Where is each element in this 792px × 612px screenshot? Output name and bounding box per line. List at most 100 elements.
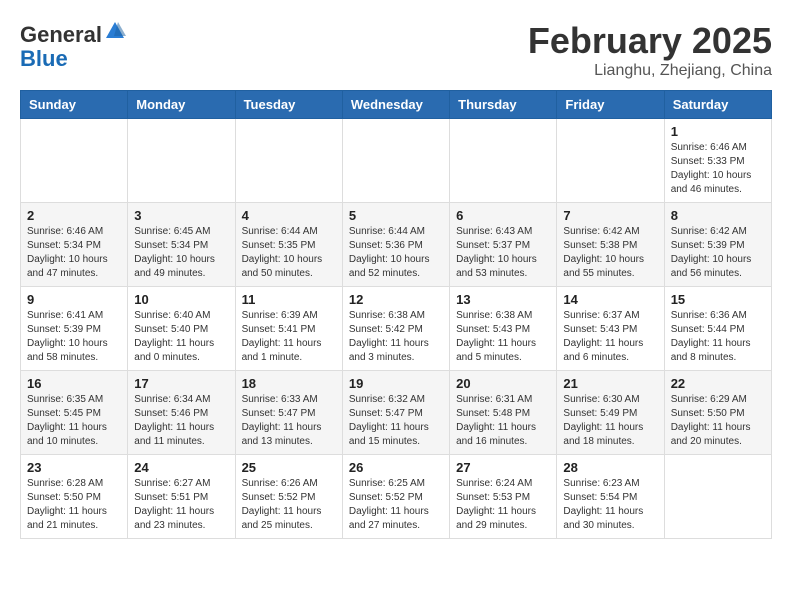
day-cell: 7 Sunrise: 6:42 AM Sunset: 5:38 PM Daylig… xyxy=(557,203,664,287)
day-number: 22 xyxy=(671,376,765,391)
day-number: 24 xyxy=(134,460,228,475)
weekday-header-sunday: Sunday xyxy=(21,91,128,119)
day-info: Sunrise: 6:23 AM Sunset: 5:54 PM Dayligh… xyxy=(563,477,657,533)
day-cell xyxy=(664,455,771,539)
location-title: Lianghu, Zhejiang, China xyxy=(528,62,772,80)
day-cell: 2 Sunrise: 6:46 AM Sunset: 5:34 PM Daylig… xyxy=(21,203,128,287)
day-info: Sunrise: 6:39 AM Sunset: 5:41 PM Dayligh… xyxy=(242,309,336,365)
day-cell: 27Sunrise: 6:24 AM Sunset: 5:53 PM Dayli… xyxy=(450,455,557,539)
day-number: 7 xyxy=(563,208,657,223)
day-info: Sunrise: 6:36 AM Sunset: 5:44 PM Dayligh… xyxy=(671,309,765,365)
day-info: Sunrise: 6:35 AM Sunset: 5:45 PM Dayligh… xyxy=(27,393,121,449)
weekday-header-wednesday: Wednesday xyxy=(342,91,449,119)
weekday-header-monday: Monday xyxy=(128,91,235,119)
day-cell xyxy=(342,119,449,203)
weekday-header-tuesday: Tuesday xyxy=(235,91,342,119)
day-number: 1 xyxy=(671,124,765,139)
day-number: 8 xyxy=(671,208,765,223)
day-info: Sunrise: 6:46 AM Sunset: 5:34 PM Dayligh… xyxy=(27,225,121,281)
day-cell: 25Sunrise: 6:26 AM Sunset: 5:52 PM Dayli… xyxy=(235,455,342,539)
day-number: 6 xyxy=(456,208,550,223)
day-number: 13 xyxy=(456,292,550,307)
day-cell: 16 Sunrise: 6:35 AM Sunset: 5:45 PM Dayli… xyxy=(21,371,128,455)
day-cell xyxy=(235,119,342,203)
day-info: Sunrise: 6:44 AM Sunset: 5:35 PM Dayligh… xyxy=(242,225,336,281)
logo-icon xyxy=(104,20,126,42)
day-number: 11 xyxy=(242,292,336,307)
week-row-1: 2 Sunrise: 6:46 AM Sunset: 5:34 PM Daylig… xyxy=(21,203,772,287)
logo-general-text: General xyxy=(20,22,102,47)
day-info: Sunrise: 6:33 AM Sunset: 5:47 PM Dayligh… xyxy=(242,393,336,449)
day-cell: 13 Sunrise: 6:38 AM Sunset: 5:43 PM Dayli… xyxy=(450,287,557,371)
week-row-2: 9Sunrise: 6:41 AM Sunset: 5:39 PM Daylig… xyxy=(21,287,772,371)
day-info: Sunrise: 6:42 AM Sunset: 5:39 PM Dayligh… xyxy=(671,225,765,281)
weekday-header-saturday: Saturday xyxy=(664,91,771,119)
day-cell: 15 Sunrise: 6:36 AM Sunset: 5:44 PM Dayli… xyxy=(664,287,771,371)
week-row-3: 16 Sunrise: 6:35 AM Sunset: 5:45 PM Dayli… xyxy=(21,371,772,455)
day-info: Sunrise: 6:42 AM Sunset: 5:38 PM Dayligh… xyxy=(563,225,657,281)
day-cell: 1 Sunrise: 6:46 AM Sunset: 5:33 PM Daylig… xyxy=(664,119,771,203)
day-info: Sunrise: 6:30 AM Sunset: 5:49 PM Dayligh… xyxy=(563,393,657,449)
day-number: 15 xyxy=(671,292,765,307)
day-number: 10 xyxy=(134,292,228,307)
day-info: Sunrise: 6:43 AM Sunset: 5:37 PM Dayligh… xyxy=(456,225,550,281)
day-info: Sunrise: 6:31 AM Sunset: 5:48 PM Dayligh… xyxy=(456,393,550,449)
day-number: 20 xyxy=(456,376,550,391)
day-info: Sunrise: 6:28 AM Sunset: 5:50 PM Dayligh… xyxy=(27,477,121,533)
day-cell: 4 Sunrise: 6:44 AM Sunset: 5:35 PM Daylig… xyxy=(235,203,342,287)
day-cell: 26 Sunrise: 6:25 AM Sunset: 5:52 PM Dayli… xyxy=(342,455,449,539)
day-cell: 12 Sunrise: 6:38 AM Sunset: 5:42 PM Dayli… xyxy=(342,287,449,371)
day-info: Sunrise: 6:40 AM Sunset: 5:40 PM Dayligh… xyxy=(134,309,228,365)
day-info: Sunrise: 6:38 AM Sunset: 5:42 PM Dayligh… xyxy=(349,309,443,365)
month-title: February 2025 xyxy=(528,20,772,62)
day-info: Sunrise: 6:37 AM Sunset: 5:43 PM Dayligh… xyxy=(563,309,657,365)
day-cell: 19 Sunrise: 6:32 AM Sunset: 5:47 PM Dayli… xyxy=(342,371,449,455)
logo: General Blue xyxy=(20,20,126,71)
week-row-4: 23 Sunrise: 6:28 AM Sunset: 5:50 PM Dayli… xyxy=(21,455,772,539)
day-cell: 5 Sunrise: 6:44 AM Sunset: 5:36 PM Daylig… xyxy=(342,203,449,287)
day-cell: 21 Sunrise: 6:30 AM Sunset: 5:49 PM Dayli… xyxy=(557,371,664,455)
day-number: 26 xyxy=(349,460,443,475)
day-cell xyxy=(450,119,557,203)
day-cell xyxy=(128,119,235,203)
day-cell: 23 Sunrise: 6:28 AM Sunset: 5:50 PM Dayli… xyxy=(21,455,128,539)
day-number: 5 xyxy=(349,208,443,223)
day-cell: 28 Sunrise: 6:23 AM Sunset: 5:54 PM Dayli… xyxy=(557,455,664,539)
day-number: 19 xyxy=(349,376,443,391)
weekday-header-row: SundayMondayTuesdayWednesdayThursdayFrid… xyxy=(21,91,772,119)
day-number: 25 xyxy=(242,460,336,475)
day-number: 23 xyxy=(27,460,121,475)
day-cell: 17 Sunrise: 6:34 AM Sunset: 5:46 PM Dayli… xyxy=(128,371,235,455)
day-cell: 10 Sunrise: 6:40 AM Sunset: 5:40 PM Dayli… xyxy=(128,287,235,371)
day-info: Sunrise: 6:45 AM Sunset: 5:34 PM Dayligh… xyxy=(134,225,228,281)
day-number: 12 xyxy=(349,292,443,307)
day-number: 2 xyxy=(27,208,121,223)
day-cell xyxy=(557,119,664,203)
day-info: Sunrise: 6:25 AM Sunset: 5:52 PM Dayligh… xyxy=(349,477,443,533)
day-cell: 8 Sunrise: 6:42 AM Sunset: 5:39 PM Daylig… xyxy=(664,203,771,287)
header: General Blue February 2025 Lianghu, Zhej… xyxy=(20,20,772,80)
day-cell: 22Sunrise: 6:29 AM Sunset: 5:50 PM Dayli… xyxy=(664,371,771,455)
day-number: 9 xyxy=(27,292,121,307)
day-number: 3 xyxy=(134,208,228,223)
day-number: 17 xyxy=(134,376,228,391)
day-info: Sunrise: 6:46 AM Sunset: 5:33 PM Dayligh… xyxy=(671,141,765,197)
day-info: Sunrise: 6:32 AM Sunset: 5:47 PM Dayligh… xyxy=(349,393,443,449)
day-number: 16 xyxy=(27,376,121,391)
day-cell: 24 Sunrise: 6:27 AM Sunset: 5:51 PM Dayli… xyxy=(128,455,235,539)
day-number: 4 xyxy=(242,208,336,223)
day-info: Sunrise: 6:27 AM Sunset: 5:51 PM Dayligh… xyxy=(134,477,228,533)
day-cell: 9Sunrise: 6:41 AM Sunset: 5:39 PM Daylig… xyxy=(21,287,128,371)
day-info: Sunrise: 6:44 AM Sunset: 5:36 PM Dayligh… xyxy=(349,225,443,281)
day-cell xyxy=(21,119,128,203)
day-cell: 18 Sunrise: 6:33 AM Sunset: 5:47 PM Dayli… xyxy=(235,371,342,455)
day-number: 28 xyxy=(563,460,657,475)
day-number: 21 xyxy=(563,376,657,391)
day-info: Sunrise: 6:38 AM Sunset: 5:43 PM Dayligh… xyxy=(456,309,550,365)
title-area: February 2025 Lianghu, Zhejiang, China xyxy=(528,20,772,80)
day-info: Sunrise: 6:34 AM Sunset: 5:46 PM Dayligh… xyxy=(134,393,228,449)
day-number: 14 xyxy=(563,292,657,307)
weekday-header-friday: Friday xyxy=(557,91,664,119)
day-number: 27 xyxy=(456,460,550,475)
day-number: 18 xyxy=(242,376,336,391)
